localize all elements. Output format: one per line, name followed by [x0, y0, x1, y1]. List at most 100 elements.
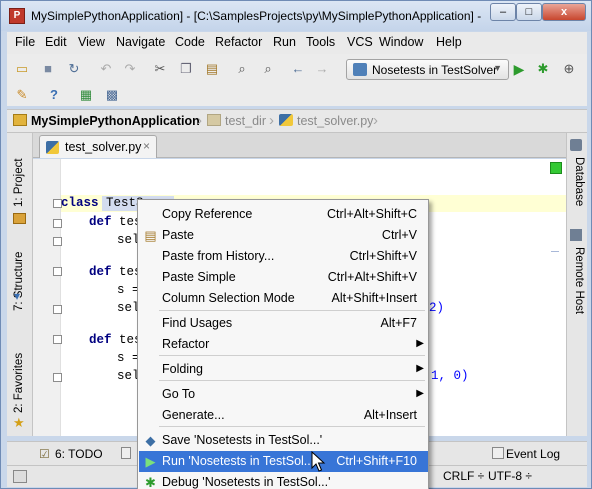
encoding-select[interactable]: UTF-8 ÷	[488, 469, 532, 483]
breadcrumb-test-dir[interactable]: test_dir	[207, 114, 266, 128]
context-menu-item-paste[interactable]: ▤ Paste Ctrl+V	[139, 225, 428, 246]
close-icon[interactable]: ×	[143, 139, 150, 153]
cut-icon[interactable]: ✂	[151, 60, 169, 78]
context-menu-item-shortcut: Alt+Shift+Insert	[331, 291, 417, 305]
code-fragment: 2)	[429, 301, 445, 315]
fold-marker-icon[interactable]	[53, 267, 62, 276]
context-menu-item-find-usages[interactable]: Find Usages Alt+F7	[139, 313, 428, 334]
help-icon[interactable]: ?	[45, 86, 63, 104]
python-file-icon	[46, 141, 59, 154]
context-menu-item-go-to[interactable]: Go To ▶	[139, 384, 428, 405]
structure-icon: ▾	[14, 289, 21, 303]
save-icon[interactable]: ■	[39, 60, 57, 78]
menu-run[interactable]: Run	[273, 35, 296, 49]
mouse-pointer-icon	[311, 451, 326, 472]
event-log-tool-tab[interactable]: Event Log	[506, 447, 560, 461]
context-menu-item-shortcut: Ctrl+Shift+V	[349, 249, 417, 263]
context-menu-item-label: Find Usages	[162, 316, 233, 330]
menu-view[interactable]: View	[78, 35, 105, 49]
remote-host-icon	[570, 229, 582, 241]
paste-icon[interactable]: ▤	[203, 60, 221, 78]
minimize-button[interactable]: –	[490, 3, 516, 21]
redo-icon[interactable]: ↷	[121, 60, 139, 78]
context-menu-item-refactor[interactable]: Refactor ▶	[139, 334, 428, 355]
menu-window[interactable]: Window	[379, 35, 423, 49]
update-icon[interactable]: ▩	[103, 86, 121, 104]
context-menu-item-run-nosetests-in-testsol[interactable]: ▶ Run 'Nosetests in TestSol...' Ctrl+Shift…	[139, 451, 428, 472]
context-menu-item-label: Go To	[162, 387, 196, 401]
find-icon[interactable]: ⌕	[233, 60, 251, 78]
menu-file[interactable]: File	[15, 35, 35, 49]
fold-marker-icon[interactable]	[53, 305, 62, 314]
python-icon	[353, 63, 367, 76]
menu-refactor[interactable]: Refactor	[215, 35, 262, 49]
context-menu-item-save-nosetests-in-testsol[interactable]: ◆ Save 'Nosetests in TestSol...'	[139, 430, 428, 451]
run-icon[interactable]: ▶	[510, 60, 528, 78]
menu-navigate[interactable]: Navigate	[116, 35, 165, 49]
context-menu-item-label: Generate...	[162, 408, 225, 422]
remote-host-tool-tab[interactable]: Remote Host	[573, 247, 585, 314]
fold-marker-icon[interactable]	[53, 219, 62, 228]
breadcrumb-file[interactable]: test_solver.py	[279, 114, 373, 128]
folder-icon	[13, 114, 27, 126]
tab-test-solver[interactable]: test_solver.py ×	[39, 135, 157, 158]
line-separator-select[interactable]: CRLF ÷	[443, 469, 484, 483]
menu-edit[interactable]: Edit	[45, 35, 67, 49]
menu-tools[interactable]: Tools	[306, 35, 335, 49]
context-menu-item-label: Paste from History...	[162, 249, 275, 263]
run-configuration-select[interactable]: Nosetests in TestSolver ▼	[346, 59, 509, 80]
menu-vcs[interactable]: VCS	[347, 35, 373, 49]
undo-icon[interactable]: ↶	[97, 60, 115, 78]
sdk-icon[interactable]: ▦	[77, 86, 95, 104]
todo-tool-tab[interactable]: 6: TODO	[55, 447, 103, 461]
back-icon[interactable]: ←	[289, 60, 307, 78]
menu-separator	[159, 355, 425, 356]
context-menu-item-paste-simple[interactable]: Paste Simple Ctrl+Alt+Shift+V	[139, 267, 428, 288]
menu-code[interactable]: Code	[175, 35, 205, 49]
settings-icon[interactable]: ✎	[13, 86, 31, 104]
chevron-down-icon: ▼	[493, 63, 502, 73]
todo-icon: ☑	[39, 447, 50, 461]
context-menu-item-paste-from-history[interactable]: Paste from History... Ctrl+Shift+V	[139, 246, 428, 267]
forward-icon[interactable]: →	[313, 60, 331, 78]
maximize-button[interactable]: □	[516, 3, 542, 21]
context-menu-item-folding[interactable]: Folding ▶	[139, 359, 428, 380]
context-menu-item-copy-reference[interactable]: Copy Reference Ctrl+Alt+Shift+C	[139, 204, 428, 225]
copy-icon[interactable]: ❐	[177, 60, 195, 78]
secondary-toolbar: ✎ ? ▦ ▩	[7, 84, 587, 106]
editor-tab-bar: test_solver.py ×	[33, 133, 566, 158]
main-toolbar: ▭ ■ ↻ ↶ ↷ ✂ ❐ ▤ ⌕ ⌕ ← → Nosetests in Tes…	[7, 54, 587, 84]
inspection-ok-icon[interactable]	[550, 162, 562, 174]
context-menu-item-generate[interactable]: Generate... Alt+Insert	[139, 405, 428, 426]
clipboard-icon: ▤	[144, 228, 157, 243]
project-tool-tab[interactable]: 1: Project	[13, 158, 25, 207]
fold-marker-icon[interactable]	[53, 335, 62, 344]
menu-bar: File Edit View Navigate Code Refactor Ru…	[7, 32, 587, 54]
context-menu-item-label: Debug 'Nosetests in TestSol...'	[162, 475, 331, 489]
context-menu-item-label: Run 'Nosetests in TestSol...'	[162, 454, 317, 468]
breadcrumb-project[interactable]: MySimplePythonApplication	[13, 114, 200, 128]
menu-help[interactable]: Help	[436, 35, 462, 49]
context-menu-item-column-selection-mode[interactable]: Column Selection Mode Alt+Shift+Insert	[139, 288, 428, 309]
run-icon: ▶	[145, 454, 156, 469]
database-tool-tab[interactable]: Database	[573, 157, 585, 206]
context-menu-item-label: Column Selection Mode	[162, 291, 295, 305]
debug-icon[interactable]: ✱	[534, 60, 552, 78]
context-menu-item-debug-nosetests-in-testsol[interactable]: ✱ Debug 'Nosetests in TestSol...'	[139, 472, 428, 489]
menu-separator	[159, 380, 425, 381]
code-line: class TestS	[61, 196, 144, 210]
replace-icon[interactable]: ⌕	[259, 60, 277, 78]
context-menu-item-shortcut: Ctrl+Shift+F10	[336, 454, 417, 468]
context-menu-item-label: Refactor	[162, 337, 210, 351]
tool-window-toggle-icon[interactable]	[13, 470, 27, 483]
breadcrumb-separator-icon: ›	[197, 112, 202, 129]
submenu-arrow-icon: ▶	[416, 338, 424, 349]
coverage-icon[interactable]: ⊕	[560, 60, 578, 78]
project-icon	[13, 213, 26, 224]
fold-marker-icon[interactable]	[53, 237, 62, 246]
fold-marker-icon[interactable]	[53, 373, 62, 382]
favorites-tool-tab[interactable]: 2: Favorites	[13, 353, 25, 413]
sync-icon[interactable]: ↻	[65, 60, 83, 78]
open-folder-icon[interactable]: ▭	[13, 60, 31, 78]
close-button[interactable]: x	[542, 3, 586, 21]
